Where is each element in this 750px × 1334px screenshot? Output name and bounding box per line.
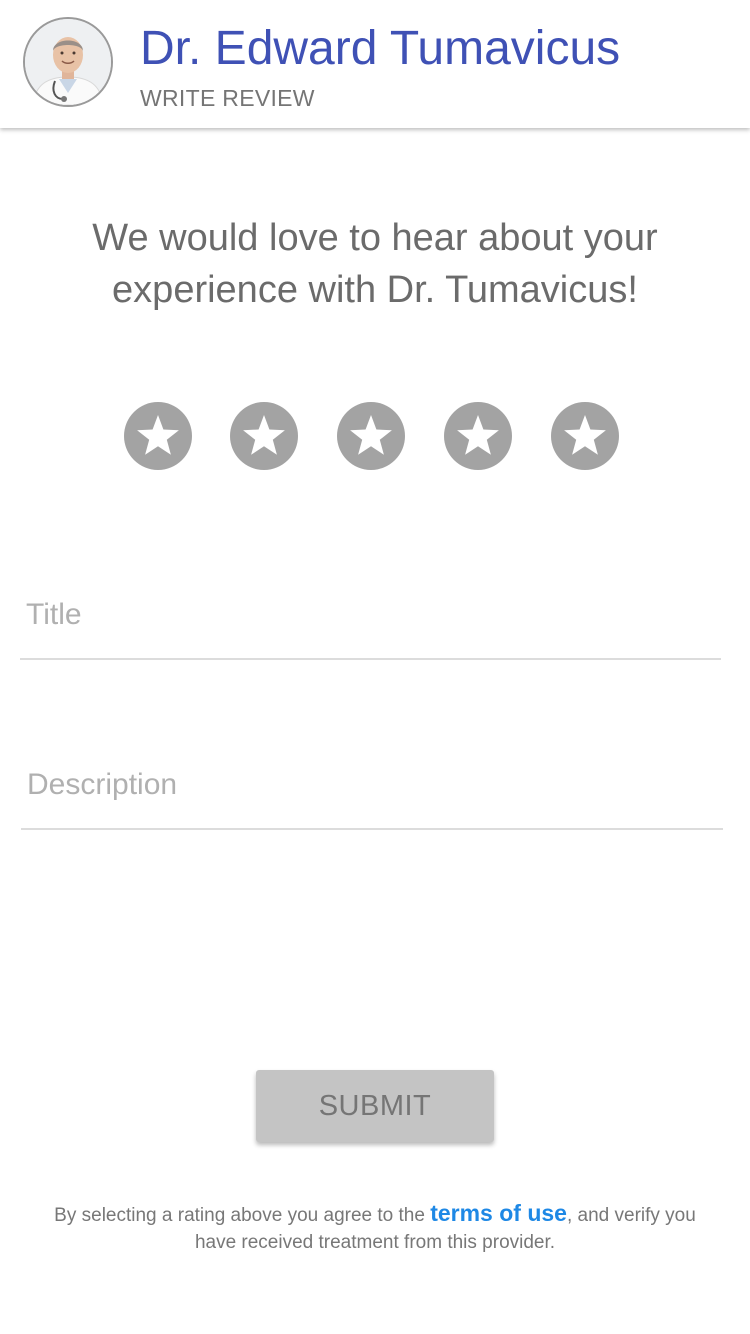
submit-button[interactable]: SUBMIT [256,1070,494,1142]
terms-of-use-link[interactable]: terms of use [430,1200,567,1226]
star-rating-2[interactable] [230,402,298,470]
disclaimer-text-before: By selecting a rating above you agree to… [54,1205,431,1226]
app-header: Dr. Edward Tumavicus WRITE REVIEW [0,0,750,128]
doctor-avatar [23,17,113,107]
page-subtitle: WRITE REVIEW [140,85,315,111]
star-icon [564,415,606,455]
star-rating [0,402,750,470]
star-icon [457,415,499,455]
star-icon [243,415,285,455]
review-prompt: We would love to hear about your experie… [92,217,658,311]
doctor-name: Dr. Edward Tumavicus [140,22,621,75]
star-rating-3[interactable] [337,402,405,470]
terms-disclaimer: By selecting a rating above you agree to… [40,1200,710,1256]
star-icon [350,415,392,455]
star-rating-5[interactable] [551,402,619,470]
title-input[interactable] [20,572,721,660]
doctor-photo-icon [25,19,111,105]
star-rating-4[interactable] [444,402,512,470]
star-icon [137,415,179,455]
star-rating-1[interactable] [124,402,192,470]
description-input[interactable] [21,742,723,830]
